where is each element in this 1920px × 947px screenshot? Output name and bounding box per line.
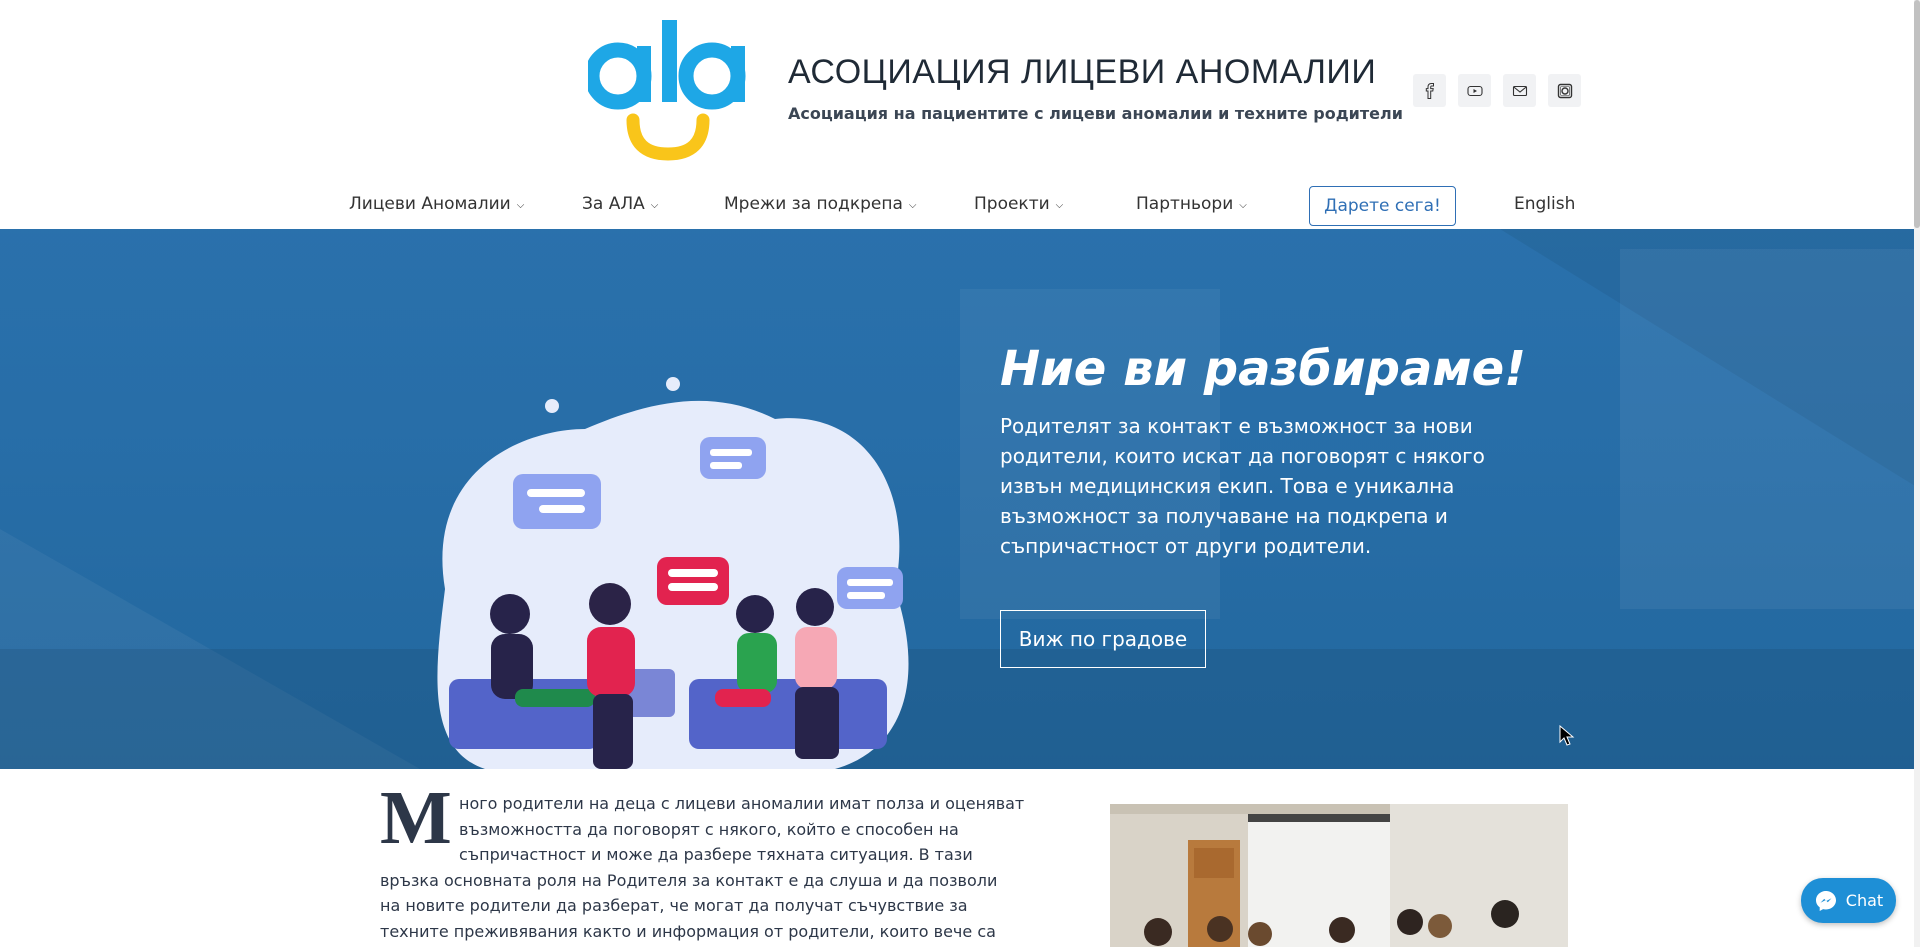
nav-item-label: За АЛА xyxy=(582,194,645,214)
scrollbar-thumb[interactable] xyxy=(1914,0,1920,228)
nav-item-label: Проекти xyxy=(974,194,1050,214)
mail-icon[interactable] xyxy=(1503,74,1536,107)
article-line: ного родители на деца с лицеви аномалии … xyxy=(459,794,1025,813)
view-by-city-button[interactable]: Виж по градове xyxy=(1000,610,1206,668)
logo[interactable] xyxy=(588,16,750,166)
nav-item-label: Мрежи за подкрепа xyxy=(724,194,903,214)
chevron-down-icon: ⌵ xyxy=(650,199,659,211)
nav-item-projects[interactable]: Проекти ⌵ xyxy=(974,194,1063,214)
nav-item-about[interactable]: За АЛА ⌵ xyxy=(582,194,658,214)
article-line: на новите родители да разберат, че могат… xyxy=(380,896,968,915)
site-subtitle: Асоциация на пациентите с лицеви аномали… xyxy=(788,104,1403,123)
nav-item-support-networks[interactable]: Мрежи за подкрепа ⌵ xyxy=(724,194,916,214)
nav-item-label: Партньори xyxy=(1136,194,1234,214)
hero-section: Ние ви разбираме! Родителят за контакт е… xyxy=(0,229,1920,769)
hero-title: Ние ви разбираме! xyxy=(1000,341,1527,397)
messenger-icon xyxy=(1815,890,1836,911)
nav-item-partners[interactable]: Партньори ⌵ xyxy=(1136,194,1247,214)
donate-button[interactable]: Дарете сега! xyxy=(1309,186,1456,226)
nav-item-label: Лицеви Аномалии xyxy=(349,194,511,214)
facebook-icon[interactable] xyxy=(1413,74,1446,107)
chevron-down-icon: ⌵ xyxy=(908,199,917,211)
article-line: възможността да поговорят с някого, койт… xyxy=(459,819,959,839)
article-text: ного родители на деца с лицеви аномалии … xyxy=(380,791,1025,944)
article-line: съпричастност и може да разбере тяхната … xyxy=(459,845,973,864)
page-scrollbar[interactable] xyxy=(1914,0,1920,947)
hero-background xyxy=(0,229,1920,769)
language-switch[interactable]: English xyxy=(1514,194,1575,214)
chevron-down-icon: ⌵ xyxy=(1239,199,1247,211)
chevron-down-icon: ⌵ xyxy=(1055,199,1064,211)
hero-text: Родителят за контакт е възможност за нов… xyxy=(1000,414,1485,558)
mouse-cursor-icon xyxy=(1559,725,1575,746)
article-line: връзка основната роля на Родителя за кон… xyxy=(380,870,998,890)
people-talking-illustration xyxy=(437,377,909,769)
chat-button[interactable]: Chat xyxy=(1801,878,1896,923)
chevron-down-icon: ⌵ xyxy=(516,199,525,211)
chat-label: Chat xyxy=(1845,891,1884,910)
main-nav: Лицеви Аномалии ⌵ За АЛА ⌵ Мрежи за подк… xyxy=(0,186,1920,226)
social-links xyxy=(1413,74,1581,107)
article-line: техните преживявания както и информация … xyxy=(380,921,996,941)
meeting-photo xyxy=(1110,804,1568,947)
instagram-icon[interactable] xyxy=(1548,74,1581,107)
site-title: АСОЦИАЦИЯ ЛИЦЕВИ АНОМАЛИИ xyxy=(788,53,1377,91)
youtube-icon[interactable] xyxy=(1458,74,1491,107)
nav-item-facial-anomalies[interactable]: Лицеви Аномалии ⌵ xyxy=(349,194,524,214)
